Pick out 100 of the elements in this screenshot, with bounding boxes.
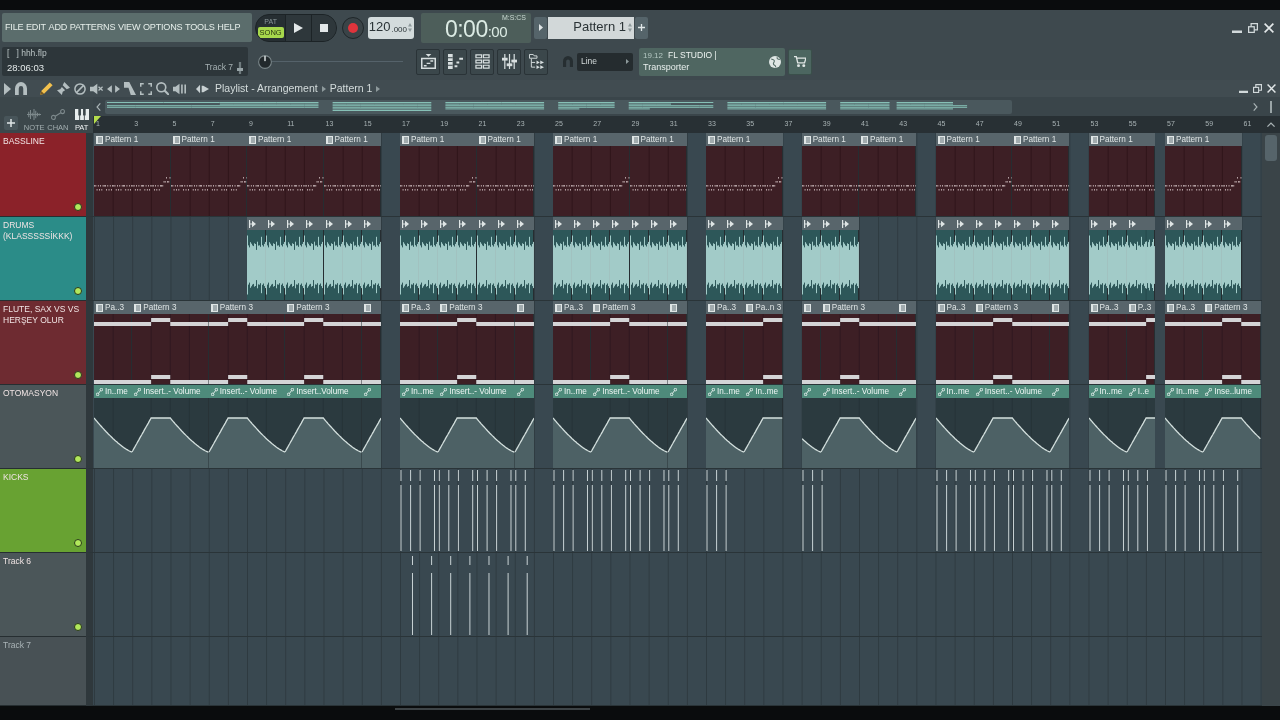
tempo-field[interactable]: 120.000 bbox=[368, 16, 414, 39]
clip-header[interactable] bbox=[801, 301, 821, 314]
chevron-right-icon[interactable] bbox=[1253, 102, 1258, 111]
clip-header[interactable] bbox=[725, 217, 745, 230]
slice-icon[interactable] bbox=[124, 82, 136, 95]
led-icon[interactable] bbox=[74, 539, 82, 547]
clip-header[interactable] bbox=[1050, 385, 1070, 398]
track-header[interactable]: FLUTE, SAX VS VS HERŞEY OLUR bbox=[0, 301, 86, 385]
close-icon[interactable] bbox=[1267, 84, 1276, 93]
led-icon[interactable] bbox=[74, 623, 82, 631]
clip-header[interactable]: Insert..Volume bbox=[285, 385, 362, 398]
playback-icon[interactable] bbox=[173, 82, 186, 95]
arrangement-overview-drawing[interactable] bbox=[105, 99, 1012, 114]
clip-header[interactable] bbox=[1184, 217, 1204, 230]
clip-header[interactable] bbox=[897, 301, 917, 314]
magnet-icon[interactable] bbox=[15, 82, 27, 95]
play-button[interactable] bbox=[285, 14, 311, 41]
clip-header[interactable]: Pattern 3 bbox=[1203, 301, 1261, 314]
clip-header[interactable] bbox=[247, 217, 267, 230]
menu-item[interactable]: ADD bbox=[48, 22, 68, 33]
vertical-scrollbar[interactable] bbox=[1262, 133, 1280, 706]
clip-header[interactable]: Pattern 3 bbox=[285, 301, 362, 314]
restore-icon[interactable] bbox=[1248, 22, 1258, 33]
scrollbar-thumb[interactable] bbox=[1265, 135, 1277, 161]
menu-item[interactable]: TOOLS bbox=[185, 22, 215, 33]
clip-header[interactable] bbox=[285, 217, 305, 230]
track-header[interactable]: Track 7 bbox=[0, 637, 86, 706]
add-track-button[interactable] bbox=[4, 116, 18, 130]
clip-header[interactable]: Pa..3 bbox=[553, 301, 592, 314]
window-toggle-button[interactable] bbox=[443, 48, 467, 75]
clip-header[interactable]: Insert..- Volume bbox=[132, 385, 209, 398]
zoom-icon[interactable] bbox=[156, 82, 169, 95]
clip-header[interactable]: Pattern 3 bbox=[438, 301, 515, 314]
slider-thumb[interactable] bbox=[257, 54, 272, 69]
clip-header[interactable] bbox=[1050, 301, 1070, 314]
add-pattern-button[interactable] bbox=[635, 16, 648, 39]
mute-icon[interactable] bbox=[90, 82, 103, 95]
clip-header[interactable]: Pattern 1 bbox=[629, 133, 687, 146]
clip-header[interactable]: Pattern 1 bbox=[1088, 133, 1156, 146]
clip-header[interactable]: Pa..3 bbox=[706, 301, 745, 314]
clip-header[interactable]: In..me bbox=[553, 385, 592, 398]
clip-header[interactable]: Pattern 1 bbox=[400, 133, 477, 146]
clip-header[interactable]: Pattern 1 bbox=[476, 133, 534, 146]
menu-item[interactable]: PATTERNS bbox=[69, 22, 116, 33]
clip-header[interactable] bbox=[1222, 217, 1242, 230]
clip-header[interactable] bbox=[1050, 217, 1070, 230]
clip-header[interactable]: Pa..3 bbox=[1165, 301, 1204, 314]
track-header[interactable]: Track 6 bbox=[0, 553, 86, 637]
clip-header[interactable]: Pattern 1 bbox=[323, 133, 381, 146]
chevron-up-icon[interactable] bbox=[1267, 122, 1275, 127]
clip-header[interactable]: Pattern 1 bbox=[706, 133, 783, 146]
globe-icon[interactable] bbox=[769, 55, 781, 68]
window-toggle-button[interactable] bbox=[524, 48, 548, 75]
menu-item[interactable]: HELP bbox=[217, 22, 241, 33]
clip-header[interactable]: Pattern 1 bbox=[935, 133, 1012, 146]
led-icon[interactable] bbox=[74, 203, 82, 211]
menu-item[interactable]: OPTIONS bbox=[142, 22, 183, 33]
clip-header[interactable]: In..me bbox=[94, 385, 133, 398]
menu-caret-icon[interactable] bbox=[4, 82, 11, 95]
clip-header[interactable]: In..me bbox=[706, 385, 745, 398]
led-icon[interactable] bbox=[74, 371, 82, 379]
clip-header[interactable] bbox=[304, 217, 324, 230]
clip-header[interactable]: Insert..- Volume bbox=[591, 385, 668, 398]
clip-header[interactable]: In..me bbox=[935, 385, 974, 398]
clip-header[interactable] bbox=[610, 217, 630, 230]
track-header[interactable]: DRUMS (KLASSSSSİKKK) bbox=[0, 217, 86, 301]
select-icon[interactable] bbox=[140, 82, 152, 95]
clip-header[interactable] bbox=[706, 217, 726, 230]
menu-item[interactable]: EDIT bbox=[26, 22, 46, 33]
clip-header[interactable]: Pattern 1 bbox=[859, 133, 917, 146]
menu-item[interactable]: VIEW bbox=[117, 22, 141, 33]
led-icon[interactable] bbox=[74, 455, 82, 463]
clip-header[interactable] bbox=[591, 217, 611, 230]
clip-header[interactable]: Pa..3 bbox=[1088, 301, 1127, 314]
clip-header[interactable]: Pa..3 bbox=[935, 301, 974, 314]
clip-header[interactable]: Pattern 3 bbox=[591, 301, 668, 314]
clip-header[interactable]: Pattern 1 bbox=[247, 133, 324, 146]
clip-header[interactable] bbox=[1203, 217, 1223, 230]
clip-header[interactable] bbox=[763, 217, 783, 230]
clip-header[interactable]: In..me bbox=[1165, 385, 1204, 398]
clip-header[interactable]: In..me bbox=[744, 385, 783, 398]
clip-header[interactable]: Insert..- Volume bbox=[208, 385, 286, 398]
delete-icon[interactable] bbox=[74, 82, 86, 95]
clip-header[interactable]: Insert..- Volume bbox=[973, 385, 1051, 398]
clip-header[interactable] bbox=[1012, 217, 1032, 230]
clip-header[interactable] bbox=[400, 217, 420, 230]
clip-header[interactable] bbox=[457, 217, 477, 230]
clip-header[interactable] bbox=[553, 217, 573, 230]
clip-header[interactable] bbox=[935, 217, 955, 230]
stop-button[interactable] bbox=[310, 14, 336, 41]
clip-header[interactable]: Pattern 3 bbox=[820, 301, 898, 314]
clip-header[interactable]: Pattern 1 bbox=[801, 133, 859, 146]
clip-header[interactable] bbox=[801, 385, 821, 398]
shop-button[interactable] bbox=[788, 48, 812, 75]
clip-header[interactable] bbox=[1088, 217, 1108, 230]
breadcrumb-link[interactable]: Pattern 1 bbox=[329, 82, 373, 95]
clip-header[interactable]: Pattern 3 bbox=[973, 301, 1051, 314]
clip-header[interactable]: Insert..- Volume bbox=[438, 385, 515, 398]
clip-header[interactable]: Inse..lume bbox=[1203, 385, 1261, 398]
clip-header[interactable]: Pattern 3 bbox=[208, 301, 286, 314]
